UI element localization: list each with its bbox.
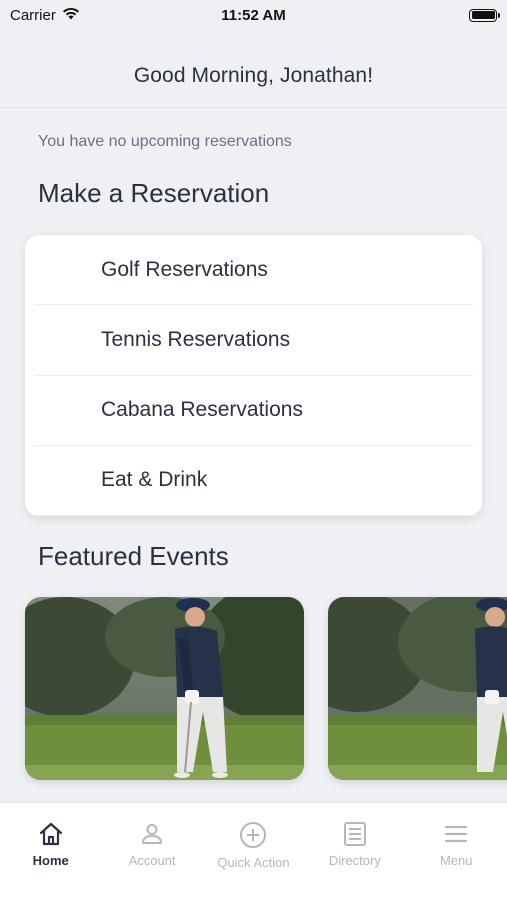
status-left: Carrier [10,7,80,24]
no-reservations-text: You have no upcoming reservations [38,133,292,150]
tab-account[interactable]: Account [102,821,203,868]
tab-menu-label: Menu [439,853,473,868]
reservation-list: Golf Reservations Tennis Reservations Ca… [25,235,482,516]
featured-event-card[interactable] [328,597,507,780]
featured-event-card[interactable] [25,597,304,780]
featured-events-title: Featured Events [38,541,229,571]
tab-quick-action[interactable]: Quick Action [203,821,304,870]
tab-directory[interactable]: Directory [304,821,405,868]
directory-icon [343,822,366,846]
tab-home-label: Home [32,853,69,868]
tab-menu[interactable]: Menu [406,821,507,868]
tennis-reservations-item[interactable]: Tennis Reservations [34,305,473,376]
plus-circle-icon [240,822,267,848]
tab-home[interactable]: Home [0,821,101,868]
golfer-photo [25,597,304,780]
golf-reservations-item[interactable]: Golf Reservations [34,235,473,306]
account-icon [142,824,163,844]
home-icon [39,822,62,846]
tab-account-label: Account [128,853,176,868]
menu-icon [445,825,468,843]
wifi-icon [62,7,80,24]
greeting-title: Good Morning, Jonathan! [133,63,374,87]
battery-icon [469,8,500,22]
status-bar: Carrier 11:52 AM [0,0,507,30]
make-reservation-title: Make a Reservation [38,178,270,208]
carrier-label: Carrier [10,6,56,24]
tab-quick-action-label: Quick Action [217,855,290,870]
eat-drink-item[interactable]: Eat & Drink [34,446,473,516]
golfer-photo [328,597,507,780]
bottom-tab-bar: Home Account Quick Action Directory Menu [0,802,507,900]
cabana-reservations-item[interactable]: Cabana Reservations [34,376,473,446]
header: Good Morning, Jonathan! [0,44,507,108]
tab-directory-label: Directory [328,853,381,868]
